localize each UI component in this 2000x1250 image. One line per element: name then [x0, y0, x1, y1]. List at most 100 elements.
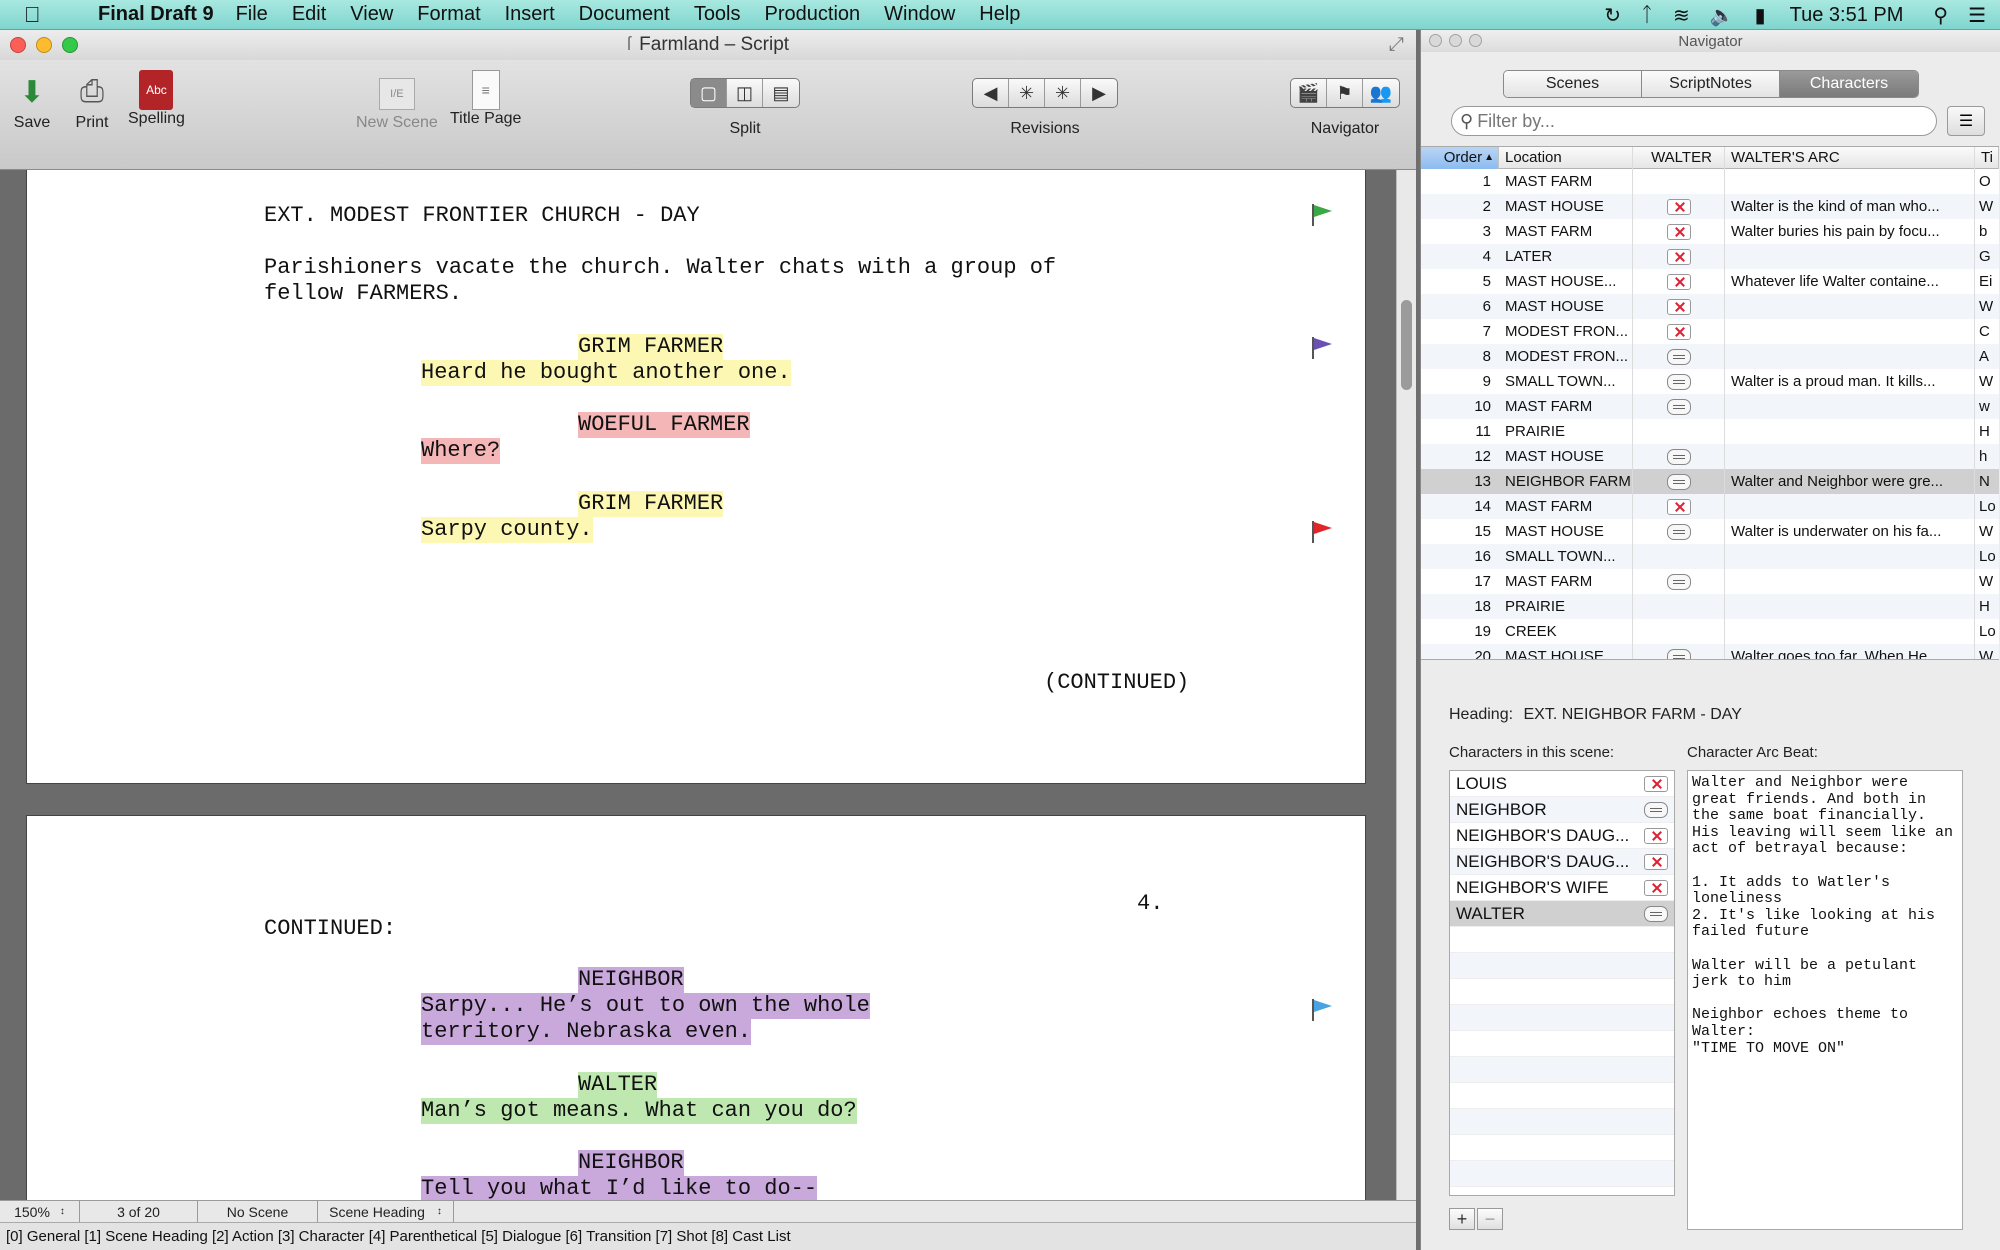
element-select[interactable]: Scene Heading ↕: [318, 1201, 454, 1222]
table-row[interactable]: 13 NEIGHBOR FARM Walter and Neighbor were …: [1421, 469, 1999, 494]
arc-note-icon[interactable]: [1644, 801, 1668, 818]
split-vertical-icon[interactable]: ◫: [727, 79, 763, 107]
continued-heading[interactable]: CONTINUED:: [264, 916, 396, 942]
arc-note-icon[interactable]: [1666, 573, 1691, 590]
save-button[interactable]: ⬇ Save: [12, 70, 52, 132]
revision-mark-alt-icon[interactable]: ✳: [1045, 79, 1081, 107]
tab-characters[interactable]: Characters: [1780, 71, 1918, 97]
column-header-walters-arc[interactable]: WALTER'S ARC: [1725, 147, 1975, 170]
flag-icon[interactable]: ⚑: [1327, 79, 1363, 107]
zoom-select[interactable]: 150% ↕: [0, 1201, 80, 1222]
character-cue[interactable]: NEIGHBOR: [578, 1150, 684, 1176]
battery-icon[interactable]: ▮: [1755, 3, 1766, 28]
cell-walter[interactable]: [1633, 519, 1725, 544]
time-machine-icon[interactable]: ↻: [1604, 3, 1621, 28]
table-row[interactable]: 17 MAST FARM W: [1421, 569, 1999, 594]
cell-walter[interactable]: [1633, 569, 1725, 594]
dialogue-line[interactable]: Sarpy... He’s out to own the whole: [421, 993, 870, 1019]
table-row[interactable]: 3 MAST FARM Walter buries his pain by focu…: [1421, 219, 1999, 244]
cell-walter[interactable]: [1633, 469, 1725, 494]
menu-insert[interactable]: Insert: [505, 3, 555, 26]
fullscreen-icon[interactable]: ⤢: [1389, 34, 1404, 56]
cell-walter[interactable]: [1633, 419, 1725, 444]
menu-window[interactable]: Window: [884, 3, 955, 26]
cell-walter[interactable]: [1633, 544, 1725, 569]
not-in-scene-icon[interactable]: [1644, 827, 1668, 844]
notification-center-icon[interactable]: ☰: [1968, 3, 1986, 28]
wifi-icon[interactable]: ≋: [1673, 3, 1690, 28]
volume-icon[interactable]: 🔈: [1710, 3, 1735, 28]
character-cue[interactable]: NEIGHBOR: [578, 967, 684, 993]
list-item[interactable]: WALTER: [1450, 901, 1674, 927]
new-scene-button[interactable]: I/E New Scene: [356, 70, 438, 132]
list-item[interactable]: NEIGHBOR'S WIFE: [1450, 875, 1674, 901]
cell-walter[interactable]: [1633, 394, 1725, 419]
table-row[interactable]: 5 MAST HOUSE... Whatever life Walter conta…: [1421, 269, 1999, 294]
not-in-scene-icon[interactable]: [1644, 853, 1668, 870]
close-window-button[interactable]: [1429, 34, 1442, 47]
character-arc-beat-text[interactable]: Walter and Neighbor were great friends. …: [1687, 770, 1963, 1230]
scene-flag-purple-icon[interactable]: [1312, 337, 1334, 359]
dialogue-line[interactable]: Sarpy county.: [421, 517, 593, 543]
characters-in-scene-list[interactable]: LOUIS NEIGHBOR NEIGHBOR'S DAUG... NEIGHBOR'…: [1449, 770, 1675, 1196]
arc-note-icon[interactable]: [1666, 373, 1691, 390]
action-line[interactable]: fellow FARMERS.: [264, 281, 462, 307]
next-revision-icon[interactable]: ▶: [1081, 79, 1117, 107]
arc-note-icon[interactable]: [1666, 523, 1691, 540]
table-row[interactable]: 1 MAST FARM O: [1421, 169, 1999, 194]
table-row[interactable]: 9 SMALL TOWN... Walter is a proud man. It …: [1421, 369, 1999, 394]
cell-walter[interactable]: [1633, 244, 1725, 269]
clapperboard-icon[interactable]: 🎬: [1291, 79, 1327, 107]
menu-tools[interactable]: Tools: [694, 3, 741, 26]
table-row[interactable]: 15 MAST HOUSE Walter is underwater on his …: [1421, 519, 1999, 544]
menu-document[interactable]: Document: [579, 3, 670, 26]
cell-walter[interactable]: [1633, 294, 1725, 319]
scene-flag-blue-icon[interactable]: [1312, 999, 1334, 1021]
list-item[interactable]: LOUIS: [1450, 771, 1674, 797]
table-row[interactable]: 4 LATER G: [1421, 244, 1999, 269]
remove-character-button[interactable]: −: [1477, 1208, 1503, 1230]
scrollbar-thumb[interactable]: [1401, 300, 1412, 390]
menubar-clock[interactable]: Tue 3:51 PM: [1790, 4, 1904, 27]
table-row[interactable]: 16 SMALL TOWN... Lo: [1421, 544, 1999, 569]
previous-revision-icon[interactable]: ◀: [973, 79, 1009, 107]
script-editor[interactable]: EXT. MODEST FRONTIER CHURCH - DAY Parish…: [0, 170, 1416, 1230]
cell-walter[interactable]: [1633, 344, 1725, 369]
spotlight-search-icon[interactable]: ⚲: [1933, 3, 1948, 28]
character-cue[interactable]: GRIM FARMER: [578, 491, 724, 517]
scene-flag-red-icon[interactable]: [1312, 521, 1334, 543]
bluetooth-icon[interactable]: ᛏ: [1641, 4, 1653, 27]
not-in-scene-icon[interactable]: [1644, 775, 1668, 792]
table-row[interactable]: 2 MAST HOUSE Walter is the kind of man who…: [1421, 194, 1999, 219]
table-row[interactable]: 19 CREEK Lo: [1421, 619, 1999, 644]
table-row[interactable]: 18 PRAIRIE H: [1421, 594, 1999, 619]
table-row[interactable]: 20 MAST HOUSE Walter goes too far. When He…: [1421, 644, 1999, 659]
zoom-window-button[interactable]: [62, 37, 78, 53]
scene-flag-green-icon[interactable]: [1312, 204, 1334, 226]
cell-walter[interactable]: [1633, 594, 1725, 619]
dialogue-line[interactable]: territory. Nebraska even.: [421, 1019, 752, 1045]
cell-walter[interactable]: [1633, 369, 1725, 394]
not-in-scene-icon[interactable]: [1666, 498, 1691, 515]
table-row[interactable]: 10 MAST FARM w: [1421, 394, 1999, 419]
cell-walter[interactable]: [1633, 494, 1725, 519]
not-in-scene-icon[interactable]: [1666, 298, 1691, 315]
table-row[interactable]: 12 MAST HOUSE h: [1421, 444, 1999, 469]
action-line[interactable]: Parishioners vacate the church. Walter c…: [264, 255, 1056, 281]
arc-note-icon[interactable]: [1666, 473, 1691, 490]
menu-format[interactable]: Format: [417, 3, 480, 26]
not-in-scene-icon[interactable]: [1666, 198, 1691, 215]
character-cue[interactable]: WOEFUL FARMER: [578, 412, 750, 438]
not-in-scene-icon[interactable]: [1644, 879, 1668, 896]
tab-scriptnotes[interactable]: ScriptNotes: [1642, 71, 1780, 97]
revision-mark-icon[interactable]: ✳: [1009, 79, 1045, 107]
zoom-window-button[interactable]: [1469, 34, 1482, 47]
cell-walter[interactable]: [1633, 619, 1725, 644]
table-row[interactable]: 8 MODEST FRON... A: [1421, 344, 1999, 369]
minimize-window-button[interactable]: [36, 37, 52, 53]
arc-note-icon[interactable]: [1666, 648, 1691, 659]
dialogue-line[interactable]: Tell you what I’d like to do--: [421, 1176, 818, 1202]
column-header-walter[interactable]: WALTER: [1633, 147, 1725, 170]
cell-walter[interactable]: [1633, 319, 1725, 344]
arc-note-icon[interactable]: [1666, 348, 1691, 365]
